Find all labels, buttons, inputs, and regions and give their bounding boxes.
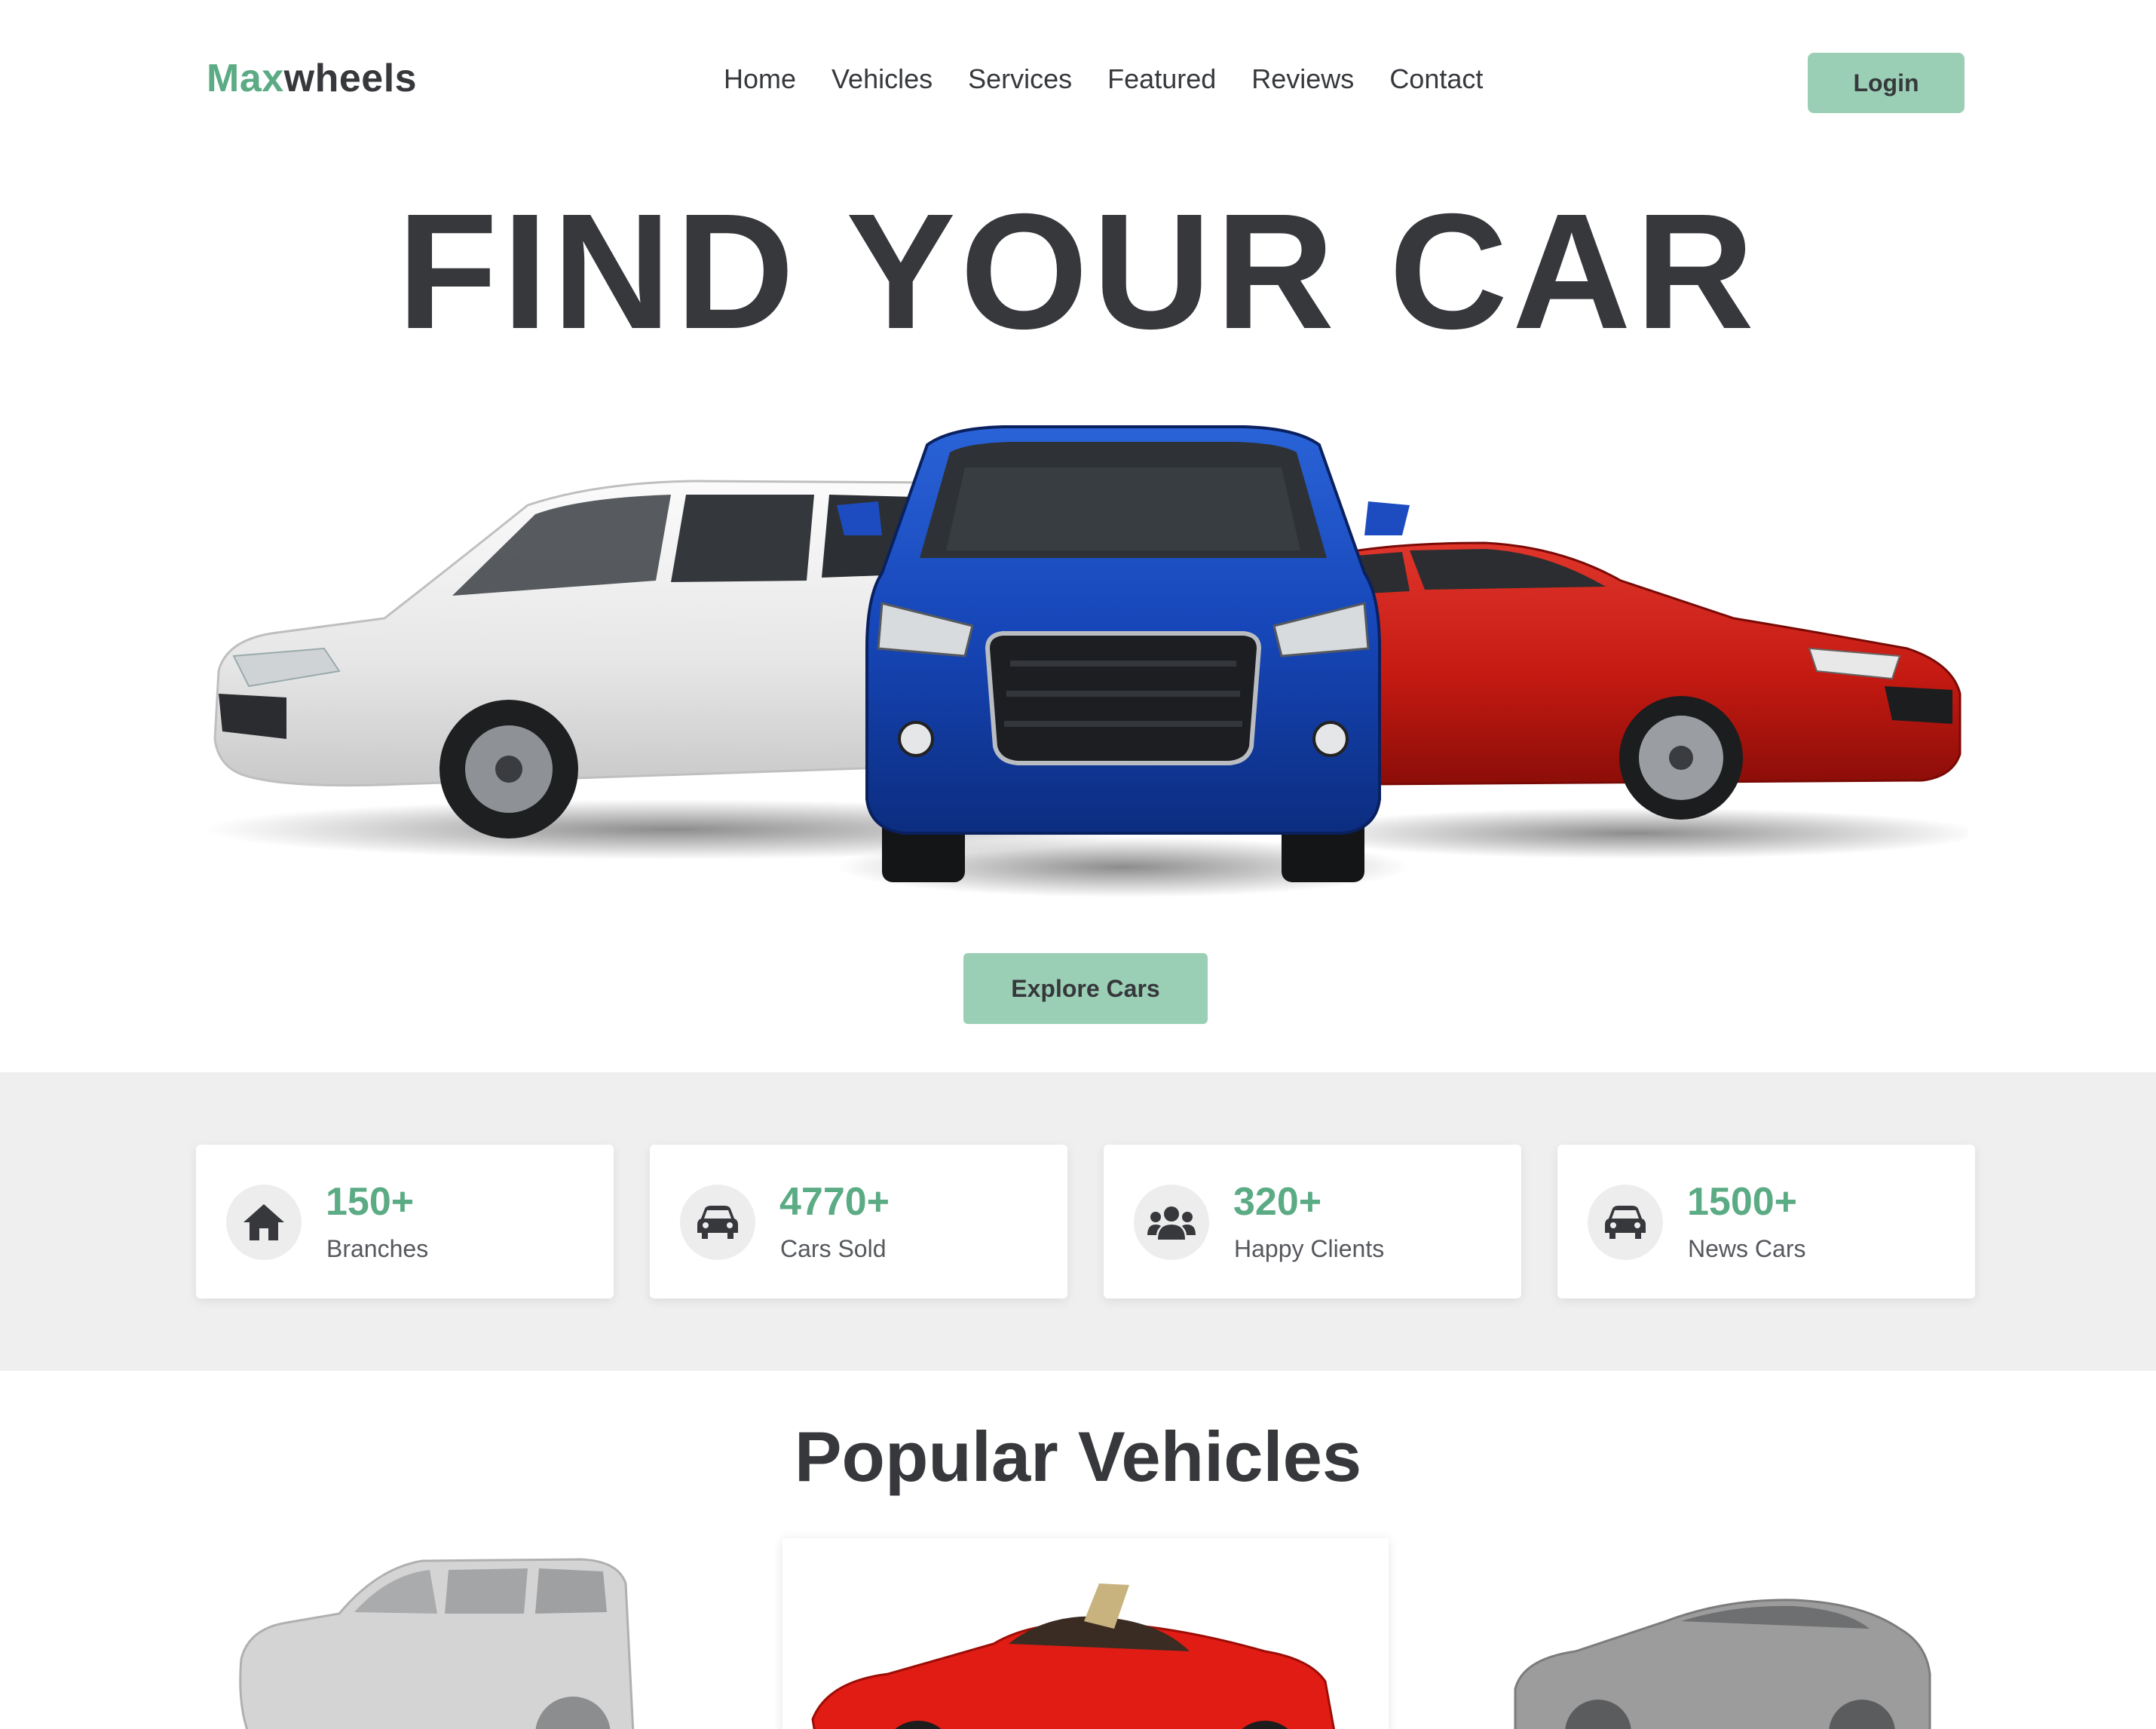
stat-label: Cars Sold xyxy=(780,1235,887,1262)
brand-logo-rest: wheels xyxy=(283,57,418,100)
stat-card-news-cars: 1500+ News Cars xyxy=(1557,1145,1975,1298)
stat-label: Branches xyxy=(326,1235,429,1262)
brand-logo[interactable]: Maxwheels xyxy=(207,56,417,101)
stat-icon-wrapper xyxy=(1588,1185,1663,1260)
nav-reviews[interactable]: Reviews xyxy=(1251,63,1354,95)
title-highlight-wrapper: Vehicles xyxy=(1077,1417,1362,1496)
nav-vehicles[interactable]: Vehicles xyxy=(831,63,933,95)
stat-value: 320+ xyxy=(1233,1180,1322,1224)
stat-card-happy-clients: 320+ Happy Clients xyxy=(1104,1145,1521,1298)
vehicle-card[interactable] xyxy=(1508,1538,1937,1729)
title-plain: Popular xyxy=(794,1417,1058,1496)
title-highlight: Vehicles xyxy=(1077,1417,1362,1496)
red-convertible-image xyxy=(811,1583,1335,1729)
vehicle-card[interactable] xyxy=(226,1538,648,1729)
stat-icon-wrapper xyxy=(1134,1185,1209,1260)
silver-sedan-image xyxy=(1514,1599,1931,1729)
brand-logo-accent: Max xyxy=(207,57,284,100)
main-nav: Home Vehicles Services Featured Reviews … xyxy=(724,63,1483,95)
stat-value: 4770+ xyxy=(779,1180,890,1224)
hero-cars-image xyxy=(204,425,1968,897)
stat-icon-wrapper xyxy=(680,1185,755,1260)
explore-cars-button[interactable]: Explore Cars xyxy=(963,953,1208,1024)
nav-featured[interactable]: Featured xyxy=(1107,63,1216,95)
silver-suv-image xyxy=(239,1558,635,1729)
home-icon xyxy=(243,1204,284,1240)
site-header: Maxwheels Home Vehicles Services Feature… xyxy=(0,0,2156,166)
stat-card-cars-sold: 4770+ Cars Sold xyxy=(650,1145,1067,1298)
stats-section: 150+ Branches 4770+ Cars Sold 320+ Happy… xyxy=(0,1072,2156,1371)
blue-suv xyxy=(837,425,1410,882)
stat-label: News Cars xyxy=(1688,1235,1806,1262)
hero-title: FIND YOUR CAR xyxy=(397,180,1759,363)
vehicle-card-featured[interactable] xyxy=(782,1538,1389,1729)
stat-value: 150+ xyxy=(326,1180,415,1224)
stat-label: Happy Clients xyxy=(1234,1235,1385,1262)
stat-card-branches: 150+ Branches xyxy=(196,1145,614,1298)
stat-icon-wrapper xyxy=(226,1185,302,1260)
car-icon xyxy=(1605,1206,1646,1239)
stat-value: 1500+ xyxy=(1687,1180,1798,1224)
popular-vehicles-title: Popular Vehicles xyxy=(0,1418,2156,1495)
nav-services[interactable]: Services xyxy=(968,63,1072,95)
login-button[interactable]: Login xyxy=(1808,53,1965,113)
nav-contact[interactable]: Contact xyxy=(1389,63,1483,95)
red-sedan xyxy=(1318,541,1962,820)
nav-home[interactable]: Home xyxy=(724,63,796,95)
car-icon xyxy=(697,1206,738,1239)
users-icon xyxy=(1147,1206,1196,1240)
